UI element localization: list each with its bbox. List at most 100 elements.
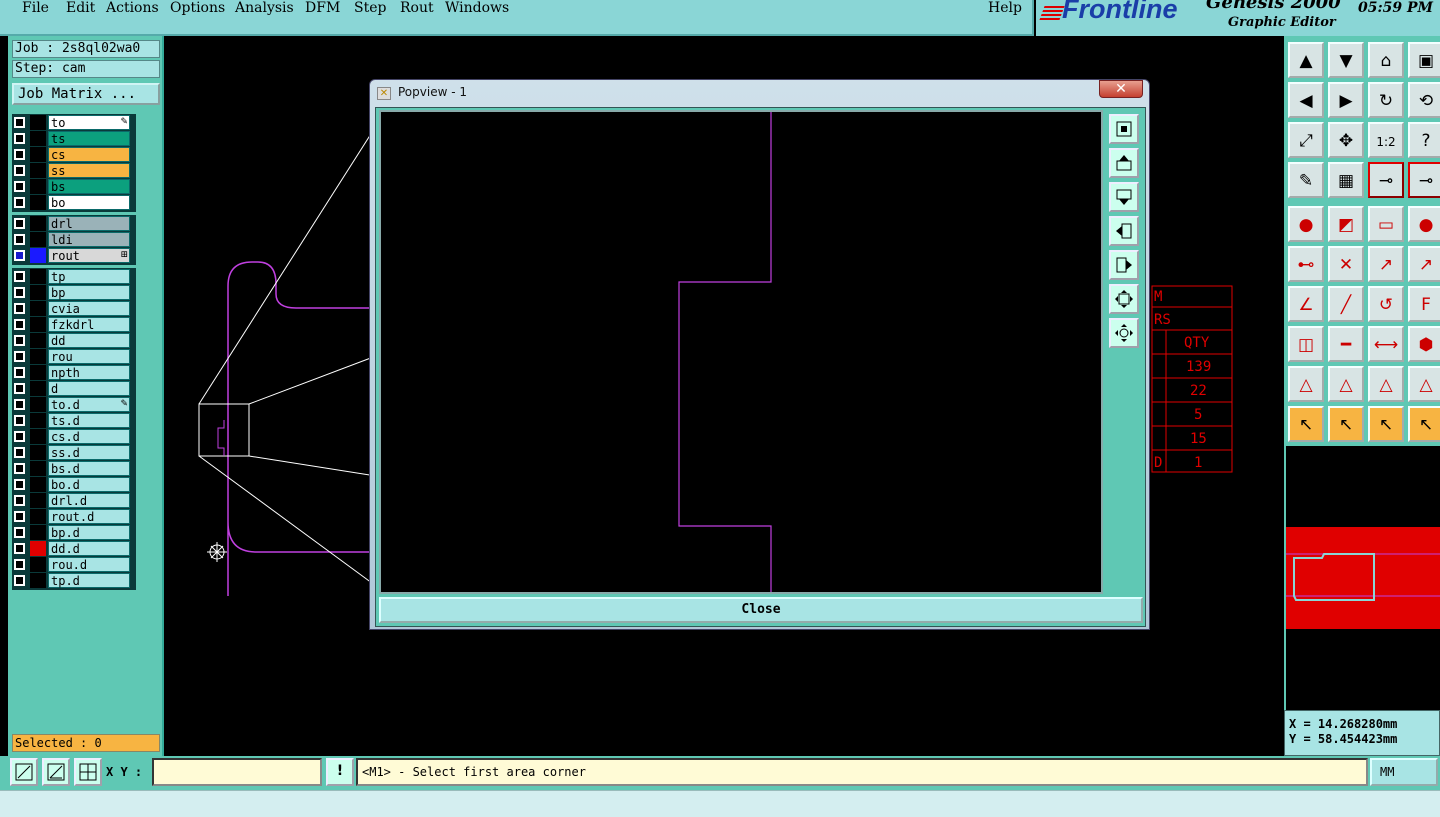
layer-checkbox[interactable] (14, 511, 25, 522)
minimap[interactable] (1284, 446, 1440, 710)
connect-tool-button[interactable]: ⊸ (1368, 162, 1404, 198)
layer-name[interactable]: rou (48, 349, 130, 364)
menu-actions[interactable]: Actions (106, 0, 159, 16)
layer-checkbox[interactable] (14, 319, 25, 330)
select3-tool-button[interactable]: ↖ (1368, 406, 1404, 442)
snap-tool-button[interactable]: ⟲ (1408, 82, 1440, 118)
layer-checkbox[interactable] (14, 218, 25, 229)
layer-name[interactable]: cs (48, 147, 130, 162)
layer-row[interactable]: npth (12, 365, 136, 380)
layer-name[interactable]: fzkdrl (48, 317, 130, 332)
view-tool-button[interactable]: ▣ (1408, 42, 1440, 78)
layer-checkbox[interactable] (14, 367, 25, 378)
layer-name[interactable]: tp.d (48, 573, 130, 588)
layer-checkbox[interactable] (14, 165, 25, 176)
layer-checkbox[interactable] (14, 287, 25, 298)
arc2-tool-button[interactable]: △ (1328, 366, 1364, 402)
layer-row[interactable]: bo (12, 195, 136, 210)
zoom-fit-button[interactable] (1109, 284, 1139, 314)
pan-up-tool-button[interactable]: ▲ (1288, 42, 1324, 78)
layer-name[interactable]: drl (48, 216, 130, 231)
layer-name[interactable]: ts (48, 131, 130, 146)
text-tool-button[interactable]: F (1408, 286, 1440, 322)
arc-tool-button[interactable]: △ (1288, 366, 1324, 402)
layer-row[interactable]: to ✎ (12, 115, 136, 130)
layer-name[interactable]: ts.d (48, 413, 130, 428)
layer-checkbox[interactable] (14, 250, 25, 261)
grid-mode-button[interactable] (74, 758, 102, 786)
layer-row[interactable]: bo.d (12, 477, 136, 492)
layer-row[interactable]: ts (12, 131, 136, 146)
layer-checkbox[interactable] (14, 117, 25, 128)
layer-row[interactable]: rout ⊞ (12, 248, 136, 263)
line-tool-button[interactable]: ∠ (1288, 286, 1324, 322)
layer-checkbox[interactable] (14, 575, 25, 586)
shape-tool-button[interactable]: ⬢ (1408, 326, 1440, 362)
feature-tool-button[interactable]: ◫ (1288, 326, 1324, 362)
arrow-tool-button[interactable]: ↗ (1408, 246, 1440, 282)
measure-tool-button[interactable]: ▭ (1368, 206, 1404, 242)
units-dropdown[interactable]: MM (1370, 758, 1438, 786)
pan-down-button[interactable] (1109, 182, 1139, 212)
pan-right-button[interactable] (1109, 250, 1139, 280)
layer-row[interactable]: ss (12, 163, 136, 178)
resize-tool-button[interactable]: ⟷ (1368, 326, 1404, 362)
layer-name[interactable]: bs.d (48, 461, 130, 476)
snap-mode-button[interactable] (10, 758, 38, 786)
zoom-fit-tool-button[interactable]: ⤢ (1288, 122, 1324, 158)
menu-analysis[interactable]: Analysis (235, 0, 294, 16)
layer-name[interactable]: d (48, 381, 130, 396)
layer-row[interactable]: rou (12, 349, 136, 364)
color-tool-button[interactable]: ◩ (1328, 206, 1364, 242)
layer-row[interactable]: cs (12, 147, 136, 162)
angle-mode-button[interactable] (42, 758, 70, 786)
layer-checkbox[interactable] (14, 495, 25, 506)
layer-name[interactable]: ldi (48, 232, 130, 247)
xy-input[interactable] (152, 758, 322, 786)
layer-checkbox[interactable] (14, 303, 25, 314)
message-icon-button[interactable]: ! (326, 758, 354, 786)
layer-checkbox[interactable] (14, 463, 25, 474)
layer-row[interactable]: ts.d (12, 413, 136, 428)
layer-row[interactable]: to.d ✎ (12, 397, 136, 412)
help-tool-button[interactable]: ? (1408, 122, 1440, 158)
layer-name[interactable]: to.d (48, 397, 130, 412)
layer-name[interactable]: rou.d (48, 557, 130, 572)
layer-name[interactable]: bp (48, 285, 130, 300)
layer-checkbox[interactable] (14, 543, 25, 554)
zoom-center-button[interactable] (1109, 318, 1139, 348)
node-tool-button[interactable]: ⊷ (1288, 246, 1324, 282)
layer-name[interactable]: ss (48, 163, 130, 178)
layer-row[interactable]: bp.d (12, 525, 136, 540)
layer-name[interactable]: ss.d (48, 445, 130, 460)
layer-name[interactable]: npth (48, 365, 130, 380)
layer-row[interactable]: rout.d (12, 509, 136, 524)
layer-row[interactable]: fzkdrl (12, 317, 136, 332)
zoom-home-button[interactable] (1109, 114, 1139, 144)
pan-down-tool-button[interactable]: ▼ (1328, 42, 1364, 78)
arc4-tool-button[interactable]: △ (1408, 366, 1440, 402)
layer-checkbox[interactable] (14, 149, 25, 160)
layer-row[interactable]: bs (12, 179, 136, 194)
layer-checkbox[interactable] (14, 335, 25, 346)
draw-tool-button[interactable]: ✎ (1288, 162, 1324, 198)
layer-row[interactable]: dd.d (12, 541, 136, 556)
layer-row[interactable]: d (12, 381, 136, 396)
layer-checkbox[interactable] (14, 447, 25, 458)
menu-step[interactable]: Step (354, 0, 386, 16)
delete-tool-button[interactable]: ✕ (1328, 246, 1364, 282)
zoom-ratio-tool-button[interactable]: 1:2 (1368, 122, 1404, 158)
layer-name[interactable]: bo (48, 195, 130, 210)
pan-up-button[interactable] (1109, 148, 1139, 178)
layer-checkbox[interactable] (14, 399, 25, 410)
popview-close-x-button[interactable]: ✕ (1099, 80, 1143, 98)
layer-checkbox[interactable] (14, 133, 25, 144)
grid-tool-button[interactable]: ▦ (1328, 162, 1364, 198)
layer-row[interactable]: rou.d (12, 557, 136, 572)
menu-file[interactable]: File (22, 0, 49, 16)
move-tool-button[interactable]: ↗ (1368, 246, 1404, 282)
layer-row[interactable]: cvia (12, 301, 136, 316)
zoom-center-tool-button[interactable]: ✥ (1328, 122, 1364, 158)
layer-checkbox[interactable] (14, 181, 25, 192)
layer-name[interactable]: dd (48, 333, 130, 348)
